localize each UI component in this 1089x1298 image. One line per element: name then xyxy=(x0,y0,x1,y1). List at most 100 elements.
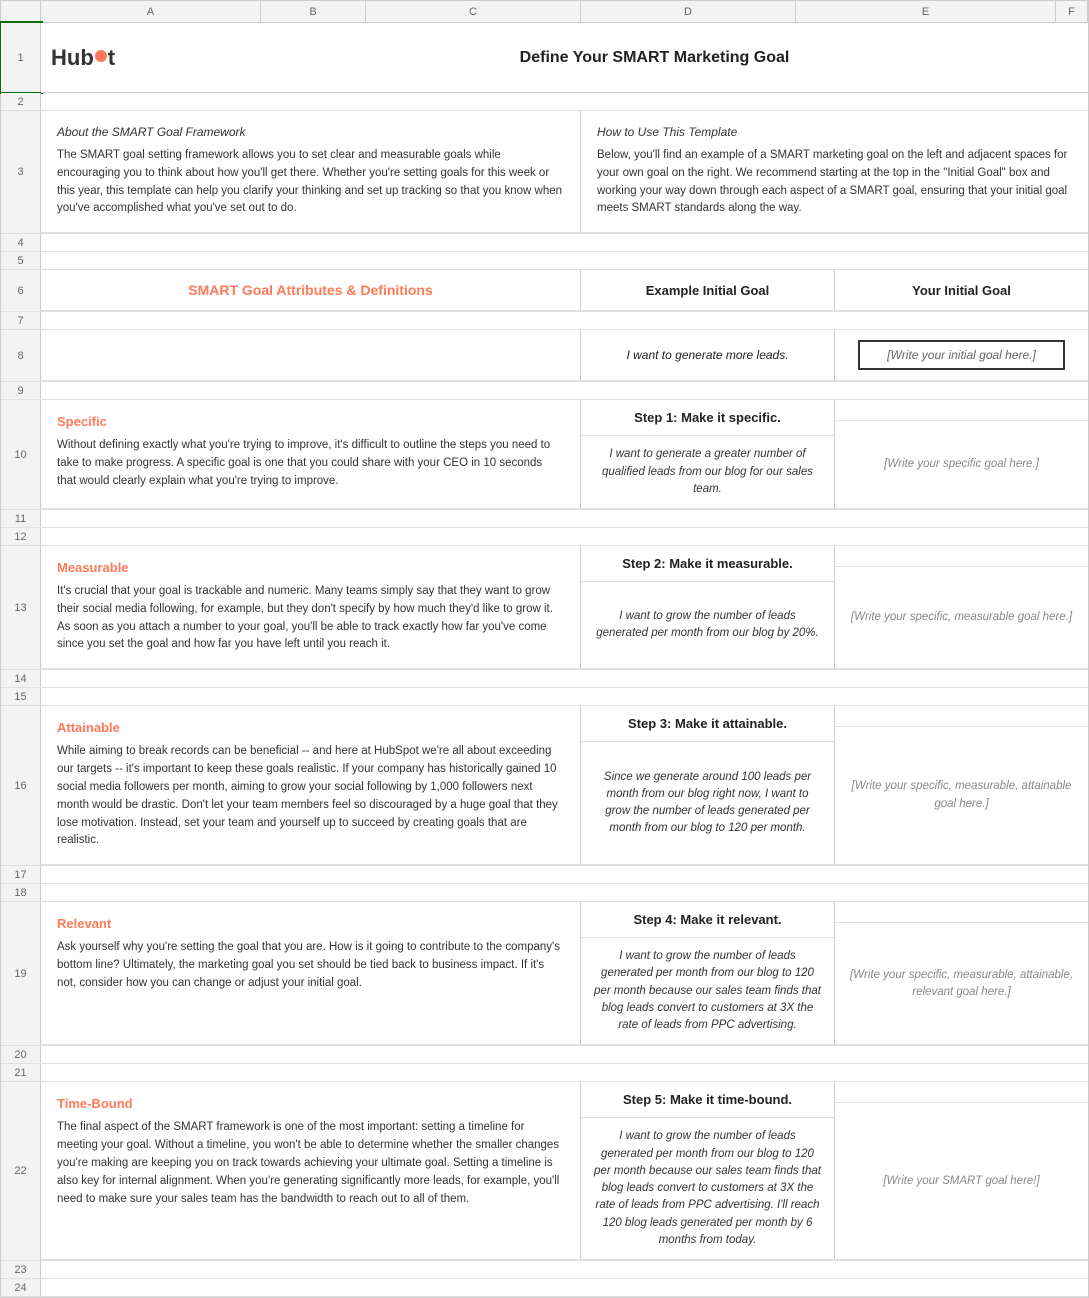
attainable-left: Attainable While aiming to break records… xyxy=(41,706,581,864)
row-num-24: 24 xyxy=(1,1279,41,1296)
row-17-content xyxy=(41,866,1088,883)
row-11-content xyxy=(41,510,1088,527)
row-num-15: 15 xyxy=(1,688,41,705)
attainable-right: Step 3: Make it attainable. Since we gen… xyxy=(581,706,1088,864)
col-header-e: E xyxy=(796,1,1056,22)
row-num-23: 23 xyxy=(1,1261,41,1278)
row-17: 17 xyxy=(1,866,1088,884)
row-7: 7 xyxy=(1,312,1088,330)
timebound-left: Time-Bound The final aspect of the SMART… xyxy=(41,1082,581,1259)
row-11: 11 xyxy=(1,510,1088,528)
row-5: 5 xyxy=(1,252,1088,270)
attainable-heading: Attainable xyxy=(57,720,564,735)
your-col-header: Your Initial Goal xyxy=(834,270,1088,310)
row-14-content xyxy=(41,670,1088,687)
row-num-22: 22 xyxy=(1,1082,41,1260)
row-num-9: 9 xyxy=(1,382,41,399)
attainable-text: While aiming to break records can be ben… xyxy=(57,743,564,850)
row-7-content xyxy=(41,312,1088,329)
row-num-10: 10 xyxy=(1,400,41,509)
relevant-row: Relevant Ask yourself why you're setting… xyxy=(41,902,1088,1045)
attributes-heading-row: SMART Goal Attributes & Definitions Exam… xyxy=(41,270,1088,311)
row-22: 22 Time-Bound The final aspect of the SM… xyxy=(1,1082,1088,1261)
row-19: 19 Relevant Ask yourself why you're sett… xyxy=(1,902,1088,1046)
timebound-row: Time-Bound The final aspect of the SMART… xyxy=(41,1082,1088,1260)
row-num-3: 3 xyxy=(1,111,41,233)
title-area: Hubt Define Your SMART Marketing Goal xyxy=(41,23,1088,93)
row-13-content: Measurable It's crucial that your goal i… xyxy=(41,546,1088,669)
measurable-step-label-2 xyxy=(835,546,1088,567)
relevant-step-label-2 xyxy=(835,902,1088,923)
specific-example-col: Step 1: Make it specific. I want to gene… xyxy=(581,400,835,508)
measurable-left: Measurable It's crucial that your goal i… xyxy=(41,546,581,668)
timebound-heading: Time-Bound xyxy=(57,1096,564,1111)
row-21: 21 xyxy=(1,1064,1088,1082)
row-9-content xyxy=(41,382,1088,399)
intro-section: About the SMART Goal Framework The SMART… xyxy=(41,111,1088,233)
row-1: 1 Hubt Define Your SMART Marketing Goal xyxy=(1,23,1088,93)
measurable-right: Step 2: Make it measurable. I want to gr… xyxy=(581,546,1088,668)
row-num-2: 2 xyxy=(1,93,41,110)
row-num-17: 17 xyxy=(1,866,41,883)
col-header-a: A xyxy=(41,1,261,22)
attainable-row: Attainable While aiming to break records… xyxy=(41,706,1088,865)
row-num-12: 12 xyxy=(1,528,41,545)
corner-cell xyxy=(1,1,41,22)
relevant-left: Relevant Ask yourself why you're setting… xyxy=(41,902,581,1044)
row-10: 10 Specific Without defining exactly wha… xyxy=(1,400,1088,510)
row-num-13: 13 xyxy=(1,546,41,669)
initial-goal-input[interactable]: [Write your initial goal here.] xyxy=(858,340,1064,370)
timebound-example-text: I want to grow the number of leads gener… xyxy=(581,1118,834,1259)
attainable-example-text: Since we generate around 100 leads per m… xyxy=(581,742,834,864)
row-22-content: Time-Bound The final aspect of the SMART… xyxy=(41,1082,1088,1260)
row-3: 3 About the SMART Goal Framework The SMA… xyxy=(1,111,1088,234)
row-num-7: 7 xyxy=(1,312,41,329)
attainable-example-col: Step 3: Make it attainable. Since we gen… xyxy=(581,706,835,864)
specific-input-col: [Write your specific goal here.] xyxy=(835,400,1088,508)
intro-right-text: Below, you'll find an example of a SMART… xyxy=(597,147,1072,218)
row-24-content xyxy=(41,1279,1088,1296)
specific-row: Specific Without defining exactly what y… xyxy=(41,400,1088,509)
col-header-row: A B C D E F xyxy=(1,1,1088,23)
row-12: 12 xyxy=(1,528,1088,546)
measurable-example-col: Step 2: Make it measurable. I want to gr… xyxy=(581,546,835,668)
row-21-content xyxy=(41,1064,1088,1081)
row-6: 6 SMART Goal Attributes & Definitions Ex… xyxy=(1,270,1088,312)
relevant-example-text: I want to grow the number of leads gener… xyxy=(581,938,834,1044)
row-num-1: 1 xyxy=(1,23,41,92)
row-num-21: 21 xyxy=(1,1064,41,1081)
row-5-content xyxy=(41,252,1088,269)
relevant-input-col: [Write your specific, measurable, attain… xyxy=(835,902,1088,1044)
relevant-step-label: Step 4: Make it relevant. xyxy=(581,902,834,938)
intro-left: About the SMART Goal Framework The SMART… xyxy=(41,111,581,232)
specific-text: Without defining exactly what you're try… xyxy=(57,437,564,490)
relevant-heading: Relevant xyxy=(57,916,564,931)
timebound-input[interactable]: [Write your SMART goal here!] xyxy=(835,1103,1088,1259)
hubspot-logo: Hubt xyxy=(51,45,211,71)
intro-right-heading: How to Use This Template xyxy=(597,125,1072,139)
specific-left: Specific Without defining exactly what y… xyxy=(41,400,581,508)
measurable-input-col: [Write your specific, measurable goal he… xyxy=(835,546,1088,668)
relevant-right: Step 4: Make it relevant. I want to grow… xyxy=(581,902,1088,1044)
example-col-header: Example Initial Goal xyxy=(581,270,834,310)
relevant-input[interactable]: [Write your specific, measurable, attain… xyxy=(835,923,1088,1044)
row-4: 4 xyxy=(1,234,1088,252)
attributes-title: SMART Goal Attributes & Definitions xyxy=(188,282,432,298)
specific-input[interactable]: [Write your specific goal here.] xyxy=(835,421,1088,508)
row-15-content xyxy=(41,688,1088,705)
row-23: 23 xyxy=(1,1261,1088,1279)
initial-goal-row: I want to generate more leads. [Write yo… xyxy=(41,330,1088,381)
row-18: 18 xyxy=(1,884,1088,902)
attainable-input[interactable]: [Write your specific, measurable, attain… xyxy=(835,727,1088,864)
page-title: Define Your SMART Marketing Goal xyxy=(231,49,1078,67)
row-12-content xyxy=(41,528,1088,545)
timebound-step-label: Step 5: Make it time-bound. xyxy=(581,1082,834,1118)
row-20-content xyxy=(41,1046,1088,1063)
measurable-heading: Measurable xyxy=(57,560,564,575)
row-8-content: I want to generate more leads. [Write yo… xyxy=(41,330,1088,381)
row-8: 8 I want to generate more leads. [Write … xyxy=(1,330,1088,382)
col-header-c: C xyxy=(366,1,581,22)
row-3-content: About the SMART Goal Framework The SMART… xyxy=(41,111,1088,233)
measurable-input[interactable]: [Write your specific, measurable goal he… xyxy=(835,567,1088,668)
attainable-step-label-2 xyxy=(835,706,1088,727)
